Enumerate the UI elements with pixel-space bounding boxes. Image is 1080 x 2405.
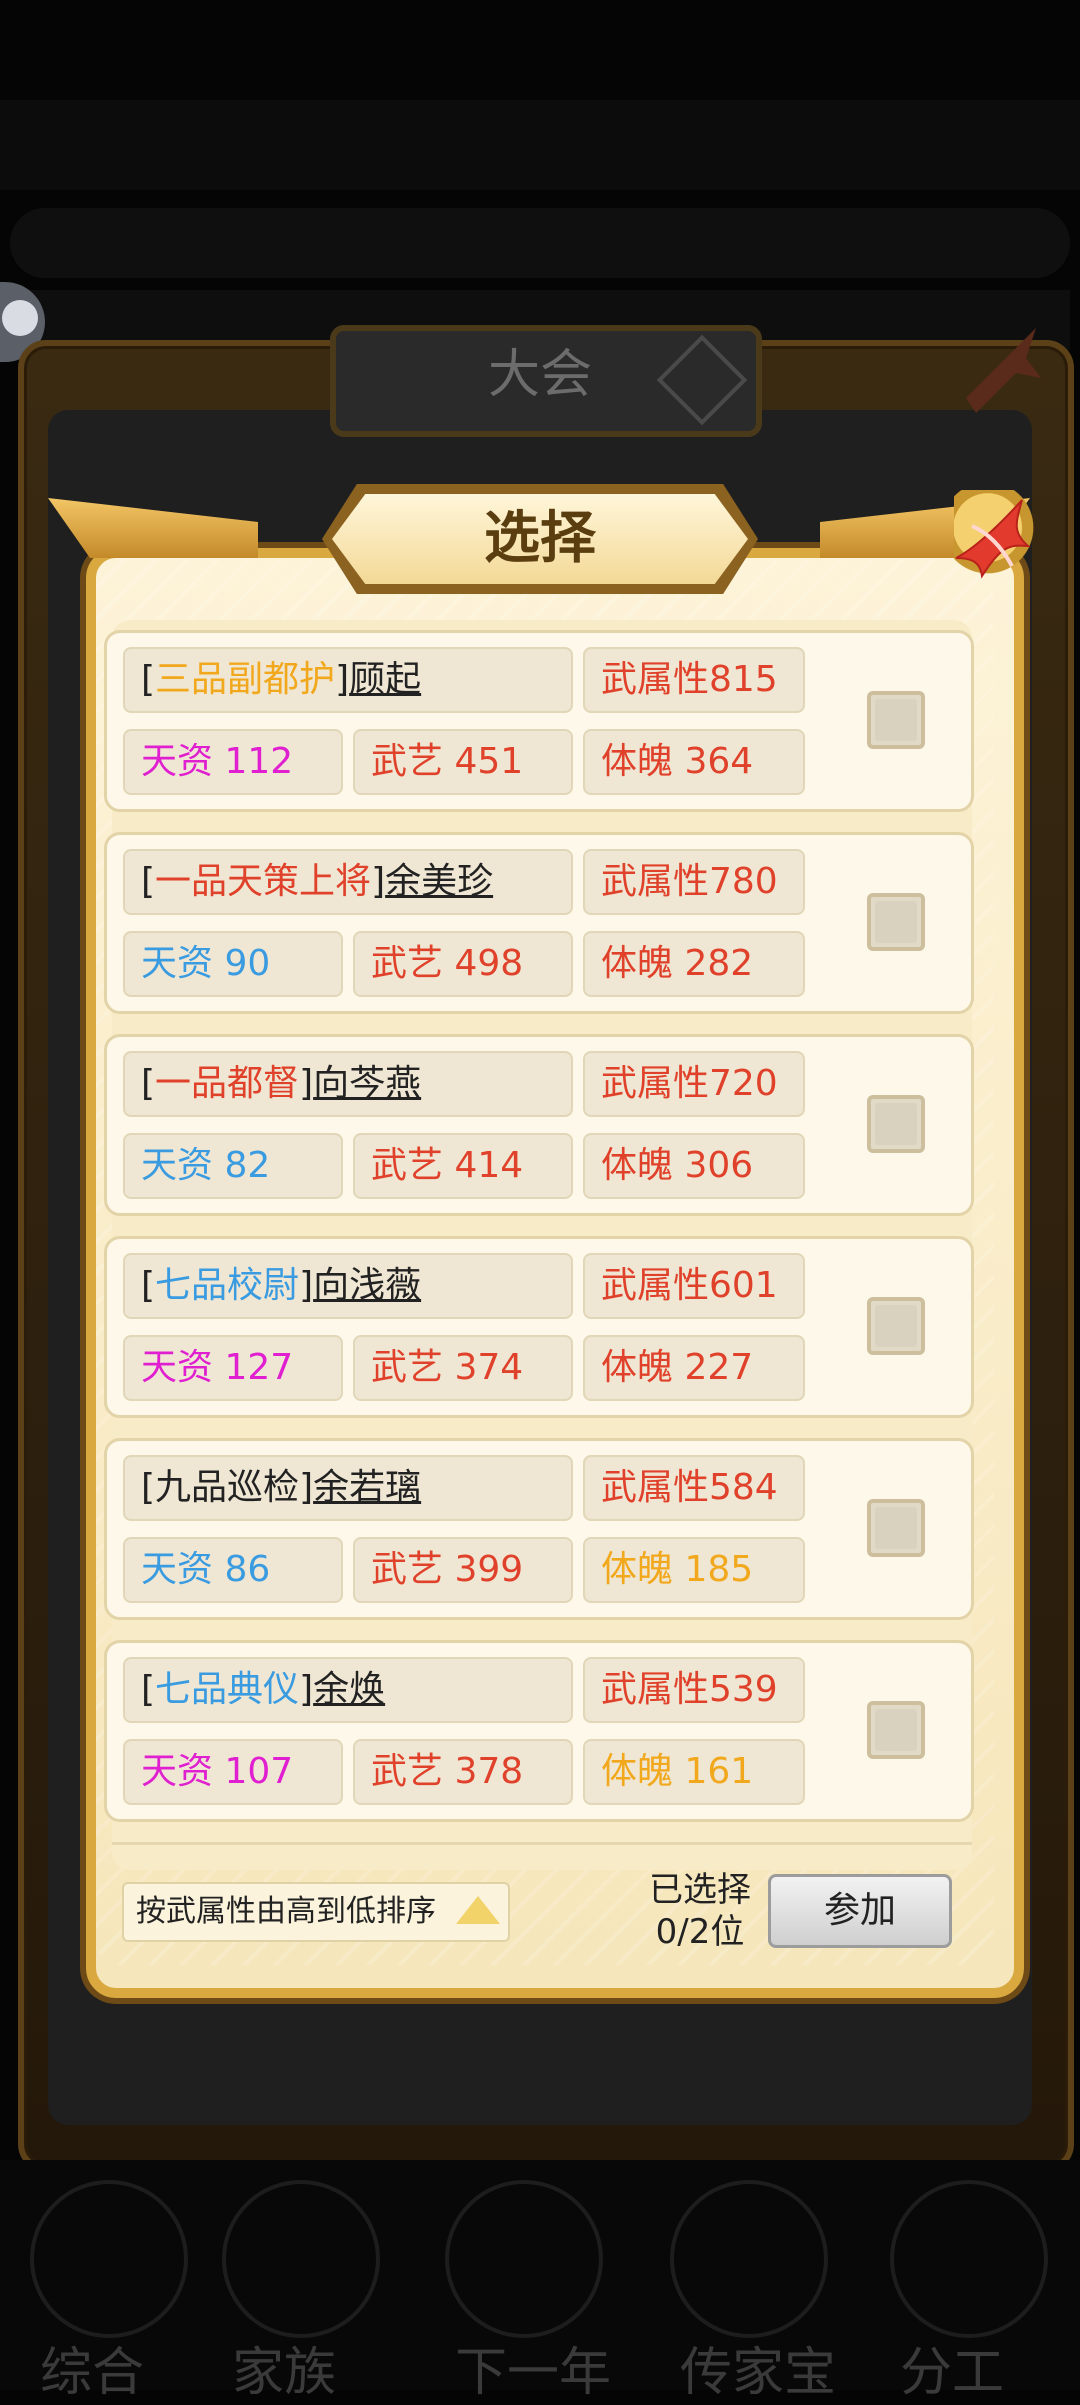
bracket-open: [: [141, 861, 156, 902]
candidate-name-link[interactable]: 余焕: [313, 1669, 385, 1710]
candidate-attr: 武属性584: [583, 1455, 805, 1521]
candidate-name-link[interactable]: 余美珍: [385, 861, 493, 902]
nav-label: 分工: [900, 2343, 1005, 2403]
candidate-attr: 武属性780: [583, 849, 805, 915]
candidate-card[interactable]: [三品副都护]顾起 武属性815 天资 112 武艺 451 体魄 364: [104, 630, 974, 812]
nav-label: 家族: [232, 2343, 337, 2403]
candidate-card[interactable]: [七品典仪]余焕 武属性539 天资 107 武艺 378 体魄 161: [104, 1640, 974, 1822]
candidate-name-link[interactable]: 顾起: [349, 659, 421, 700]
bracket-close: ]: [299, 1669, 314, 1710]
candidate-checkbox[interactable]: [867, 1499, 925, 1557]
candidate-name-field: [一品天策上将]余美珍: [123, 849, 573, 915]
bracket-open: [: [141, 1467, 156, 1508]
nav-icon: [890, 2180, 1048, 2338]
nav-icon: [30, 2180, 188, 2338]
candidate-name-field: [三品副都护]顾起: [123, 647, 573, 713]
candidate-rank: 七品典仪: [155, 1669, 300, 1710]
close-icon[interactable]: [942, 488, 1042, 588]
candidate-rank: 三品副都护: [155, 659, 336, 700]
candidate-martial: 武艺 378: [353, 1739, 573, 1805]
quote-icon: [2, 300, 38, 336]
bracket-open: [: [141, 1265, 156, 1306]
background-header: [0, 100, 1080, 190]
list-divider: [112, 1842, 972, 1845]
candidate-physique: 体魄 282: [583, 931, 805, 997]
candidate-talent: 天资 127: [123, 1335, 343, 1401]
candidate-martial: 武艺 374: [353, 1335, 573, 1401]
candidate-physique: 体魄 185: [583, 1537, 805, 1603]
bracket-open: [: [141, 1669, 156, 1710]
background-bar: [10, 208, 1070, 278]
candidate-name-field: [七品校尉]向浅薇: [123, 1253, 573, 1319]
candidate-physique: 体魄 227: [583, 1335, 805, 1401]
candidate-talent: 天资 107: [123, 1739, 343, 1805]
candidate-attr: 武属性720: [583, 1051, 805, 1117]
candidate-martial: 武艺 414: [353, 1133, 573, 1199]
bracket-close: ]: [299, 1467, 314, 1508]
candidate-card[interactable]: [七品校尉]向浅薇 武属性601 天资 127 武艺 374 体魄 227: [104, 1236, 974, 1418]
bracket-close: ]: [299, 1063, 314, 1104]
nav-label: 传家宝: [680, 2343, 837, 2403]
candidate-name-link[interactable]: 向浅薇: [313, 1265, 421, 1306]
panel-title: 选择: [484, 506, 596, 571]
selected-count: 0/2位: [655, 1912, 745, 1952]
bracket-open: [: [141, 1063, 156, 1104]
candidate-checkbox[interactable]: [867, 1701, 925, 1759]
candidate-physique: 体魄 306: [583, 1133, 805, 1199]
candidate-name-field: [九品巡检]余若璃: [123, 1455, 573, 1521]
sort-label: 按武属性由高到低排序: [136, 1894, 436, 1929]
candidate-name-field: [一品都督]向芩燕: [123, 1051, 573, 1117]
candidate-talent: 天资 112: [123, 729, 343, 795]
candidate-rank: 九品巡检: [155, 1467, 300, 1508]
bracket-close: ]: [371, 861, 386, 902]
bracket-open: [: [141, 659, 156, 700]
candidate-attr: 武属性539: [583, 1657, 805, 1723]
candidate-name-link[interactable]: 余若璃: [313, 1467, 421, 1508]
candidate-talent: 天资 82: [123, 1133, 343, 1199]
candidate-rank: 一品天策上将: [155, 861, 372, 902]
nav-icon: [445, 2180, 603, 2338]
nav-icon: [222, 2180, 380, 2338]
checkbox-fill: [875, 1709, 917, 1751]
sort-button[interactable]: 按武属性由高到低排序: [122, 1882, 510, 1942]
nav-icon: [670, 2180, 828, 2338]
candidate-checkbox[interactable]: [867, 893, 925, 951]
candidate-name-link[interactable]: 向芩燕: [313, 1063, 421, 1104]
checkbox-fill: [875, 1507, 917, 1549]
candidate-martial: 武艺 498: [353, 931, 573, 997]
checkbox-fill: [875, 699, 917, 741]
sort-triangle-icon: [456, 1896, 500, 1924]
candidate-card[interactable]: [九品巡检]余若璃 武属性584 天资 86 武艺 399 体魄 185: [104, 1438, 974, 1620]
candidate-martial: 武艺 399: [353, 1537, 573, 1603]
outer-close-icon: [966, 328, 1041, 413]
candidate-attr: 武属性815: [583, 647, 805, 713]
candidate-checkbox[interactable]: [867, 1297, 925, 1355]
checkbox-fill: [875, 901, 917, 943]
bracket-close: ]: [335, 659, 350, 700]
candidate-rank: 一品都督: [155, 1063, 300, 1104]
candidate-attr: 武属性601: [583, 1253, 805, 1319]
join-button[interactable]: 参加: [768, 1874, 952, 1948]
candidate-physique: 体魄 161: [583, 1739, 805, 1805]
nav-label: 综合: [40, 2343, 145, 2403]
candidate-rank: 七品校尉: [155, 1265, 300, 1306]
candidate-talent: 天资 86: [123, 1537, 343, 1603]
checkbox-fill: [875, 1305, 917, 1347]
candidate-card[interactable]: [一品天策上将]余美珍 武属性780 天资 90 武艺 498 体魄 282: [104, 832, 974, 1014]
bracket-close: ]: [299, 1265, 314, 1306]
candidate-martial: 武艺 451: [353, 729, 573, 795]
candidate-checkbox[interactable]: [867, 691, 925, 749]
nav-label: 下一年: [455, 2343, 612, 2403]
candidate-physique: 体魄 364: [583, 729, 805, 795]
candidate-card[interactable]: [一品都督]向芩燕 武属性720 天资 82 武艺 414 体魄 306: [104, 1034, 974, 1216]
candidate-talent: 天资 90: [123, 931, 343, 997]
candidate-checkbox[interactable]: [867, 1095, 925, 1153]
candidate-name-field: [七品典仪]余焕: [123, 1657, 573, 1723]
checkbox-fill: [875, 1103, 917, 1145]
